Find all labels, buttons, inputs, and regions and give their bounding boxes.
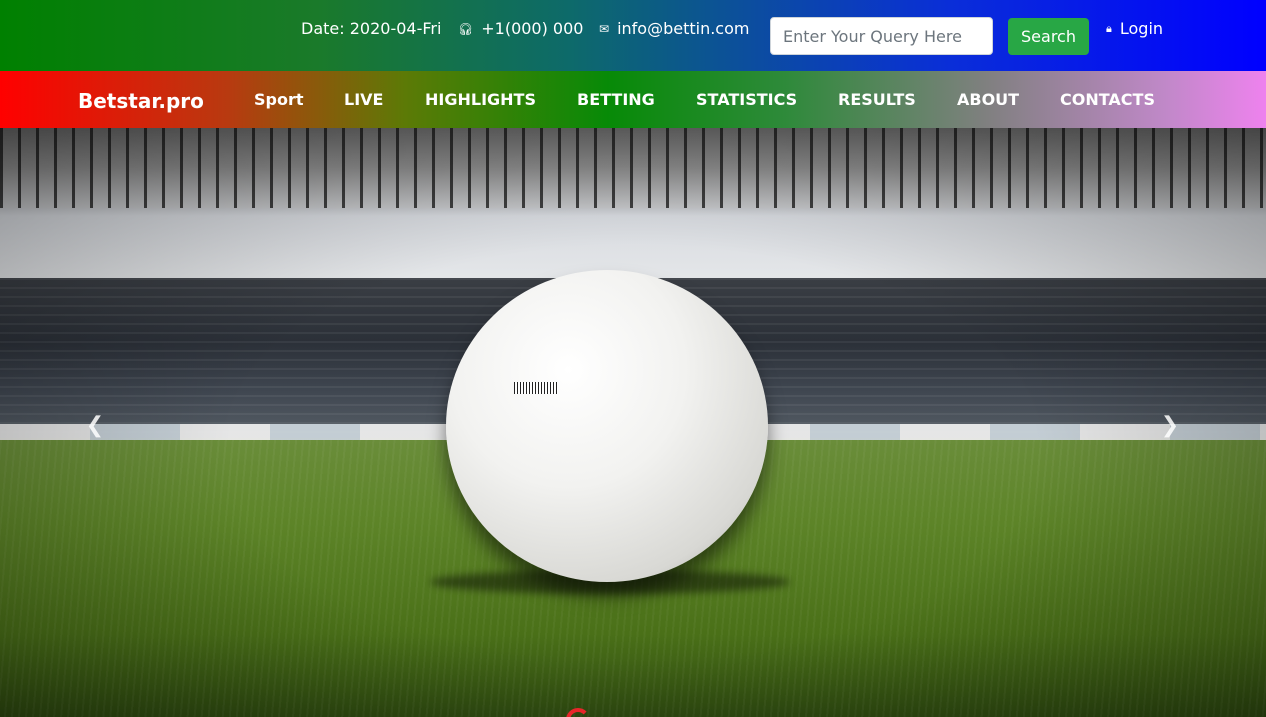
search-button[interactable]: Search <box>1008 18 1089 55</box>
nav-item-about[interactable]: ABOUT <box>957 90 1019 110</box>
nav-item-highlights[interactable]: HIGHLIGHTS <box>425 90 536 110</box>
hero-carousel: ❮ ❯ <box>0 128 1266 717</box>
headphones-icon: 🎧︎ <box>458 22 474 36</box>
phone-info[interactable]: 🎧︎ +1(000) 000 <box>458 19 583 39</box>
email-text: info@bettin.com <box>617 19 750 38</box>
hero-vignette <box>0 128 1266 717</box>
nav-item-statistics[interactable]: STATISTICS <box>696 90 797 110</box>
nav-item-results[interactable]: RESULTS <box>838 90 916 110</box>
nav-item-contacts[interactable]: CONTACTS <box>1060 90 1155 110</box>
date-text: Date: 2020-04-Fri <box>301 19 442 38</box>
carousel-next-button[interactable]: ❯ <box>1155 411 1185 441</box>
phone-text: +1(000) 000 <box>481 19 584 38</box>
carousel-prev-button[interactable]: ❮ <box>80 411 110 441</box>
login-link[interactable]: 🔒︎ Login <box>1106 19 1163 39</box>
main-navbar: Betstar.pro Sport LIVE HIGHLIGHTS BETTIN… <box>0 71 1266 128</box>
email-info[interactable]: ✉ info@bettin.com <box>599 19 749 39</box>
nav-item-betting[interactable]: BETTING <box>577 90 655 110</box>
nav-item-sport[interactable]: Sport <box>254 90 304 110</box>
lock-icon: 🔒︎ <box>1106 22 1112 35</box>
envelope-icon: ✉ <box>599 22 610 36</box>
top-bar: Date: 2020-04-Fri 🎧︎ +1(000) 000 ✉ info@be… <box>0 0 1266 71</box>
login-label: Login <box>1119 19 1164 38</box>
search-input[interactable] <box>770 17 993 55</box>
brand-logo[interactable]: Betstar.pro <box>78 89 204 113</box>
nav-item-live[interactable]: LIVE <box>344 90 383 110</box>
